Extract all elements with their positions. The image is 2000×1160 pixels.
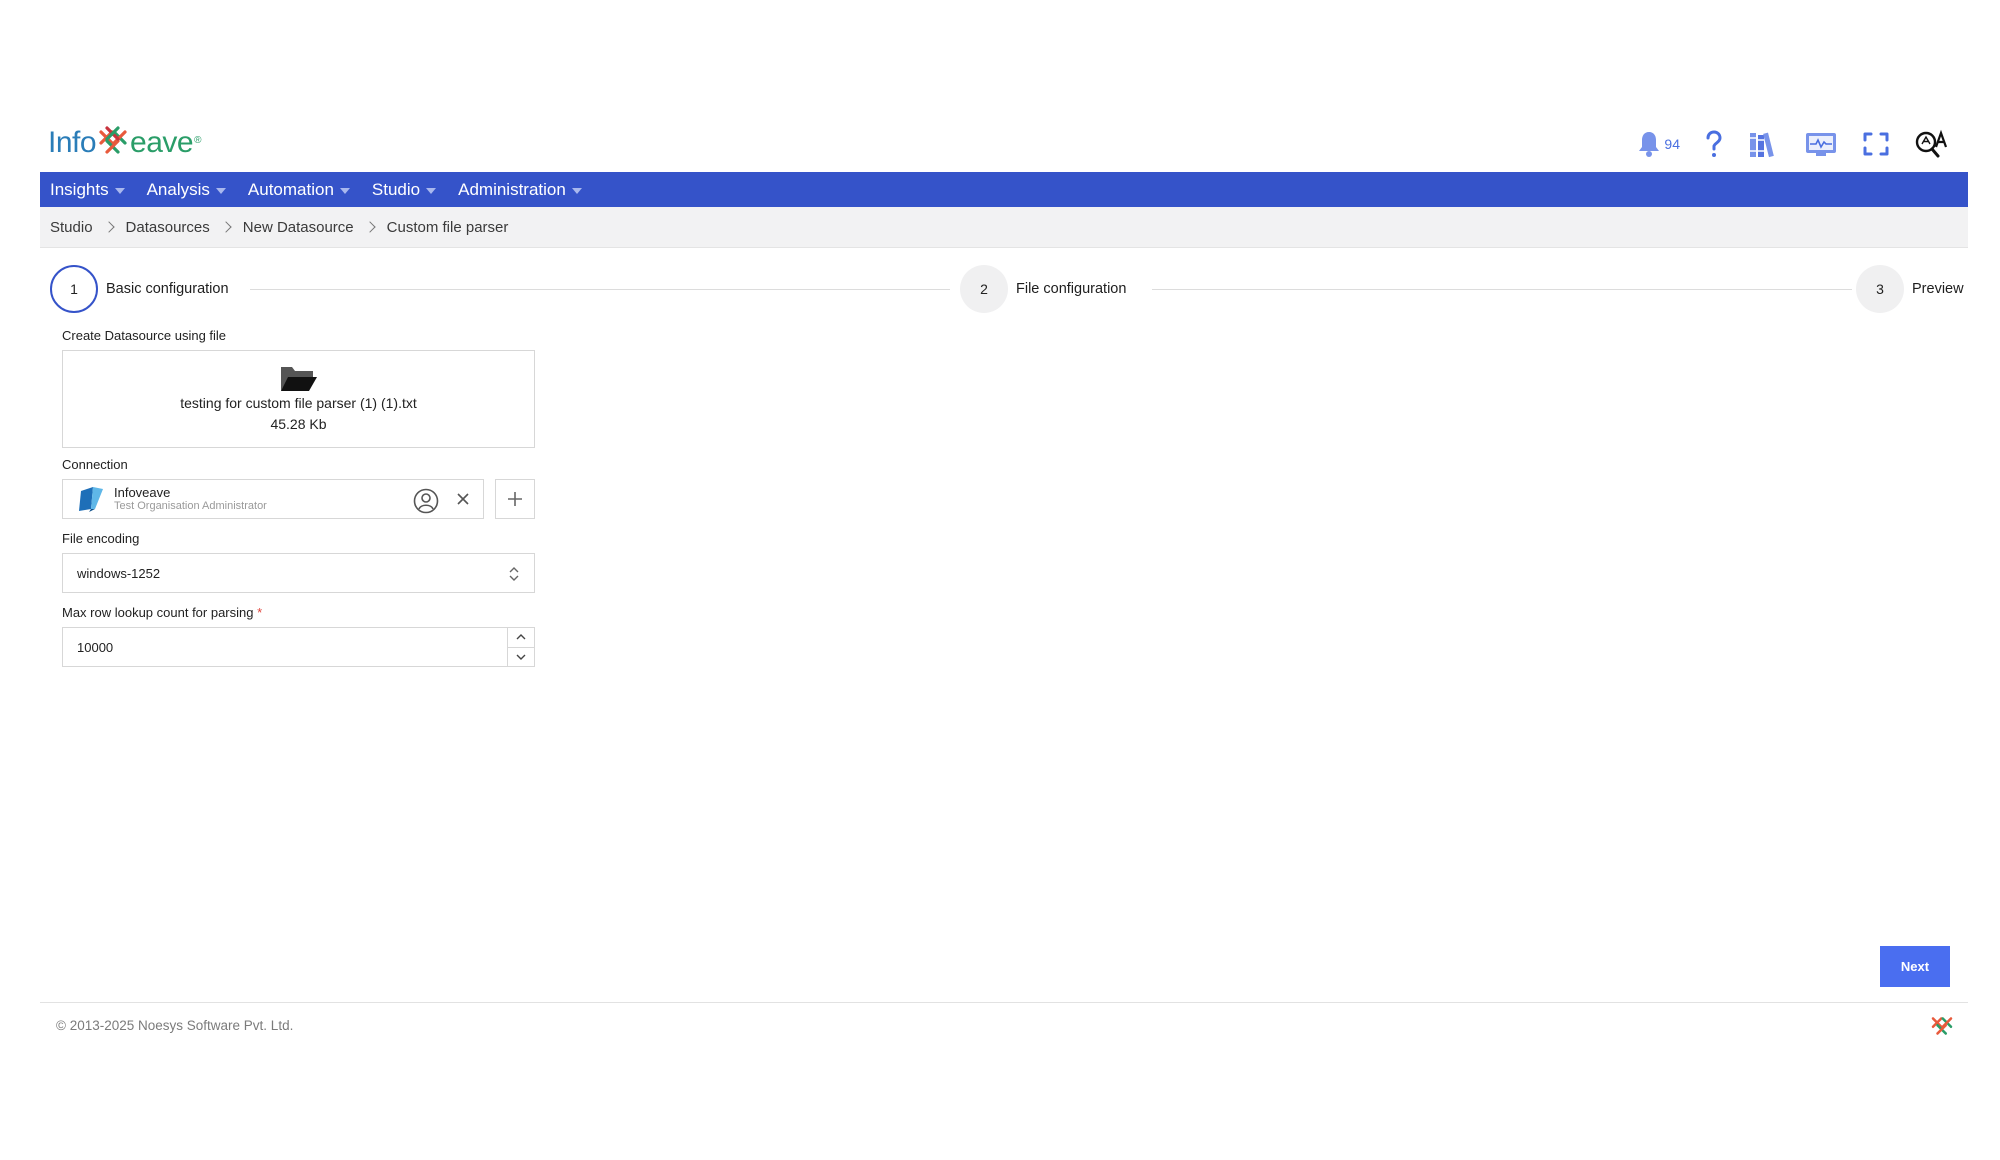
- step-number: 1: [50, 265, 98, 313]
- header-toolbar: 94: [1637, 126, 1948, 162]
- sort-arrows-icon: [509, 567, 519, 581]
- nav-administration[interactable]: Administration: [458, 180, 582, 200]
- nav-label: Automation: [247, 179, 334, 199]
- brand-name-part2: eave: [130, 126, 194, 159]
- number-spinner: [507, 628, 534, 666]
- plus-icon: [508, 492, 522, 506]
- bell-icon: [1639, 132, 1660, 157]
- connection-selector[interactable]: Infoveave Test Organisation Administrato…: [62, 479, 484, 519]
- step-connector: [1152, 289, 1852, 290]
- breadcrumb-datasources[interactable]: Datasources: [126, 219, 210, 236]
- file-encoding-select[interactable]: windows-1252: [62, 553, 535, 593]
- basic-configuration-form: Create Datasource using file testing for…: [62, 328, 535, 667]
- library-icon: [1750, 132, 1774, 158]
- notification-count: 94: [1664, 136, 1680, 152]
- fullscreen-button[interactable]: [1862, 126, 1890, 162]
- file-size: 45.28 Kb: [270, 416, 327, 432]
- nav-label: Insights: [50, 179, 109, 199]
- footer-copyright: © 2013-2025 Noesys Software Pvt. Ltd.: [56, 1018, 294, 1033]
- file-encoding-value: windows-1252: [77, 565, 161, 581]
- connection-row: Infoveave Test Organisation Administrato…: [62, 479, 535, 519]
- brand-reg-mark: ®: [194, 135, 201, 146]
- monitor-activity-icon: [1806, 133, 1836, 156]
- file-dropzone[interactable]: testing for custom file parser (1) (1).t…: [62, 350, 535, 448]
- max-row-label-text: Max row lookup count for parsing: [62, 605, 254, 620]
- brand-mark-icon: [99, 126, 127, 154]
- max-row-input[interactable]: [63, 628, 483, 666]
- footer-brand-icon: [1931, 1017, 1953, 1035]
- caret-down-icon: [215, 187, 226, 194]
- breadcrumb-studio[interactable]: Studio: [50, 219, 93, 236]
- library-button[interactable]: [1748, 126, 1780, 162]
- step-label: Preview: [1912, 281, 1964, 297]
- breadcrumb: Studio Datasources New Datasource Custom…: [40, 207, 1968, 248]
- wizard-stepper: 1 Basic configuration 2 File configurati…: [50, 265, 1964, 313]
- nav-label: Studio: [371, 179, 421, 199]
- qa-button[interactable]: [1914, 126, 1948, 162]
- add-connection-button[interactable]: [495, 479, 535, 519]
- folder-open-icon: [280, 367, 317, 391]
- footer-divider: [40, 1002, 1968, 1003]
- step-basic-configuration[interactable]: 1 Basic configuration: [50, 265, 229, 313]
- nav-label: Analysis: [146, 179, 210, 199]
- caret-down-icon: [426, 187, 437, 194]
- step-label: Basic configuration: [106, 281, 229, 297]
- caret-down-icon: [114, 187, 125, 194]
- connection-label: Connection: [62, 457, 128, 472]
- nav-label: Administration: [458, 179, 566, 199]
- connection-app-icon: [79, 487, 103, 512]
- close-icon[interactable]: [455, 491, 471, 512]
- max-row-label: Max row lookup count for parsing *: [62, 605, 535, 620]
- nav-analysis[interactable]: Analysis: [147, 180, 226, 200]
- nav-studio[interactable]: Studio: [371, 179, 437, 200]
- step-preview[interactable]: 3 Preview: [1856, 265, 1964, 313]
- file-upload-label: Create Datasource using file: [62, 328, 227, 343]
- notifications-button[interactable]: 94: [1637, 126, 1680, 162]
- main-nav: Insights Analysis Automation Studio Admi…: [40, 172, 1968, 207]
- step-connector: [250, 289, 950, 290]
- chevron-right-icon: [102, 221, 115, 233]
- chevron-right-icon: [363, 221, 376, 233]
- caret-down-icon: [339, 187, 350, 194]
- step-file-configuration[interactable]: 2 File configuration: [960, 265, 1126, 313]
- file-encoding-label: File encoding: [62, 531, 140, 546]
- file-name: testing for custom file parser (1) (1).t…: [180, 395, 417, 411]
- monitor-button[interactable]: [1804, 126, 1838, 162]
- chevron-right-icon: [220, 221, 232, 233]
- brand-name-part1: Info: [48, 126, 97, 159]
- caret-down-icon: [571, 187, 582, 194]
- qa-search-icon: [1915, 129, 1948, 158]
- required-marker: *: [257, 605, 263, 620]
- brand-logo[interactable]: Info eave ®: [48, 126, 201, 158]
- breadcrumb-custom-file-parser: Custom file parser: [386, 218, 509, 236]
- chevron-down-icon: [516, 654, 526, 660]
- next-button[interactable]: Next: [1880, 946, 1950, 987]
- app-frame: Info eave ® 94 Insights Analysis Automat…: [40, 118, 1968, 667]
- step-number: 2: [960, 265, 1008, 313]
- breadcrumb-new-datasource[interactable]: New Datasource: [243, 219, 354, 236]
- step-label: File configuration: [1016, 281, 1127, 297]
- question-mark-icon: [1706, 130, 1722, 157]
- nav-automation[interactable]: Automation: [248, 180, 350, 200]
- connection-subtitle: Test Organisation Administrator: [114, 500, 267, 512]
- step-number: 3: [1856, 265, 1904, 313]
- top-header: Info eave ® 94: [40, 118, 1968, 172]
- connection-name: Infoveave: [114, 485, 171, 500]
- decrement-button[interactable]: [508, 648, 534, 667]
- max-row-stepper: [62, 627, 535, 667]
- help-button[interactable]: [1704, 126, 1724, 162]
- chevron-up-icon: [516, 634, 526, 640]
- nav-insights[interactable]: Insights: [50, 180, 125, 200]
- user-circle-icon[interactable]: [413, 488, 439, 519]
- fullscreen-icon: [1863, 132, 1889, 156]
- increment-button[interactable]: [508, 628, 534, 648]
